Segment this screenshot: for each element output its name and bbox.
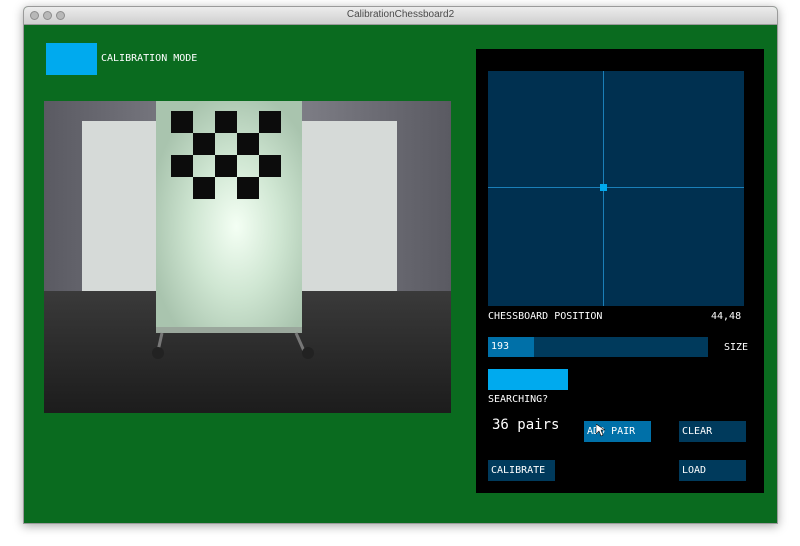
searching-indicator (488, 369, 568, 390)
mouse-cursor-icon (596, 424, 605, 437)
crosshair-horizontal (488, 187, 744, 188)
window-title: CalibrationChessboard2 (346, 9, 455, 20)
size-value: 193 (491, 341, 510, 352)
position-value: 44,48 (711, 311, 742, 322)
clear-button[interactable]: CLEAR (679, 421, 746, 442)
camera-feed (44, 101, 451, 413)
title-bar: CalibrationChessboard2 (24, 7, 777, 25)
position-label: CHESSBOARD POSITION (488, 311, 603, 322)
app-window: CalibrationChessboard2 CALIBRATION MODE (23, 6, 778, 524)
calibrate-label: CALIBRATE (491, 465, 546, 476)
calibrate-button[interactable]: CALIBRATE (488, 460, 555, 481)
camera-feed-image (44, 101, 451, 413)
chessboard-position-plot (488, 71, 744, 306)
clear-label: CLEAR (682, 426, 713, 437)
calibration-mode-label: CALIBRATION MODE (101, 53, 198, 64)
size-label: SIZE (724, 342, 749, 353)
calibration-mode-toggle[interactable] (46, 43, 97, 75)
load-label: LOAD (682, 465, 707, 476)
load-button[interactable]: LOAD (679, 460, 746, 481)
searching-label: SEARCHING? (488, 394, 549, 405)
position-marker (600, 184, 607, 191)
add-pair-label: ADD PAIR (587, 426, 636, 437)
control-panel: CHESSBOARD POSITION 44,48 193 SIZE SEARC… (476, 49, 764, 493)
pairs-count: 36 pairs (492, 417, 560, 433)
size-slider[interactable]: 193 (488, 337, 708, 357)
add-pair-button[interactable]: ADD PAIR (584, 421, 651, 442)
